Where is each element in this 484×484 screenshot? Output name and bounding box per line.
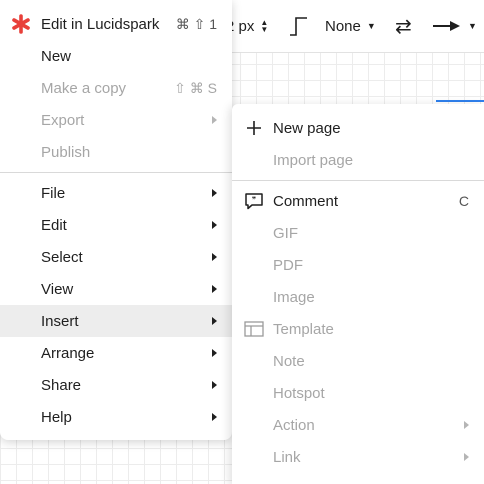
submenu-item-action[interactable]: Action [232,409,484,441]
shortcut-text: ⇧ ⌘ S [174,79,217,96]
arrow-end-select[interactable]: ▼ [432,0,477,52]
item-label: Template [273,320,334,338]
submenu-arrow-icon [212,413,217,421]
submenu-item-import-page[interactable]: Import page [232,144,484,176]
submenu-arrow-icon [212,381,217,389]
menu-divider [0,172,232,173]
comment-icon: ❞ [243,190,265,212]
item-label: Comment [273,192,339,210]
line-endpoint-select[interactable]: None ▼ [325,0,376,52]
elbow-connector-icon [290,17,307,36]
lucidspark-logo-icon [10,13,32,35]
menu-item-select[interactable]: Select [0,241,232,273]
item-label: Publish [41,143,91,161]
submenu-item-gif[interactable]: GIF [232,217,484,249]
item-label: Make a copy [41,79,127,97]
menu-item-help[interactable]: Help [0,401,232,433]
submenu-arrow-icon [212,189,217,197]
item-label: Arrange [41,344,95,362]
submenu-item-note[interactable]: Note [232,345,484,377]
caret-down-icon: ▼ [468,21,477,31]
swap-endpoints-button[interactable]: ⇄ [395,0,412,52]
menu-item-share[interactable]: Share [0,369,232,401]
item-label: Share [41,376,82,394]
submenu-arrow-icon [464,421,469,429]
item-label: Help [41,408,72,426]
item-label: New [41,47,72,65]
line-style-button[interactable] [287,0,309,52]
item-label: Select [41,248,83,266]
svg-text:❞: ❞ [252,196,256,205]
menu-item-edit[interactable]: Edit [0,209,232,241]
submenu-arrow-icon [464,453,469,461]
menu-item-new[interactable]: New [0,40,232,72]
submenu-item-link[interactable]: Link [232,441,484,473]
menu-divider [232,180,484,181]
insert-submenu: New page Import page ❞ Comment C GIF PDF… [232,104,484,484]
submenu-item-image[interactable]: Image [232,281,484,313]
item-label: Import page [273,151,354,169]
item-label: File [41,184,66,202]
item-label: Action [273,416,315,434]
submenu-item-hotspot[interactable]: Hotspot [232,377,484,409]
submenu-item-new-page[interactable]: New page [232,112,484,144]
menu-item-arrange[interactable]: Arrange [0,337,232,369]
submenu-arrow-icon [212,285,217,293]
endpoint-value: None [325,17,361,35]
item-label: Link [273,448,301,466]
main-menu: Edit in Lucidspark ⌘ ⇧ 1 New Make a copy… [0,0,232,440]
template-icon [243,318,265,340]
shortcut-text: C [458,193,469,209]
item-label: Hotspot [273,384,325,402]
menu-item-publish[interactable]: Publish [0,136,232,168]
menu-item-insert[interactable]: Insert [0,305,232,337]
item-label: Image [273,288,315,306]
arrow-line-icon [433,21,460,31]
item-label: Edit in Lucidspark [41,15,160,33]
item-label: New page [273,119,341,137]
menu-item-file[interactable]: File [0,177,232,209]
swap-arrows-icon: ⇄ [395,15,412,38]
item-label: View [41,280,74,298]
edit-in-lucidspark-item[interactable]: Edit in Lucidspark ⌘ ⇧ 1 [0,8,232,40]
selected-shape-edge [436,100,484,102]
item-label: Insert [41,312,79,330]
item-label: Export [41,111,85,129]
submenu-arrow-icon [212,317,217,325]
item-label: PDF [273,256,303,274]
menu-item-view[interactable]: View [0,273,232,305]
menu-item-make-a-copy[interactable]: Make a copy ⇧ ⌘ S [0,72,232,104]
submenu-arrow-icon [212,349,217,357]
submenu-arrow-icon [212,221,217,229]
plus-icon [243,117,265,139]
submenu-arrow-icon [212,253,217,261]
item-label: Edit [41,216,67,234]
caret-down-icon: ▼ [366,21,376,31]
submenu-item-pdf[interactable]: PDF [232,249,484,281]
submenu-item-comment[interactable]: ❞ Comment C [232,185,484,217]
submenu-item-template[interactable]: Template [232,313,484,345]
item-label: Note [273,352,305,370]
menu-item-export[interactable]: Export [0,104,232,136]
item-label: GIF [273,224,298,242]
stepper-icon: ▲ ▼ [260,18,269,34]
submenu-arrow-icon [212,116,217,124]
stroke-width-select[interactable]: 2 px ▲ ▼ [226,0,268,52]
shortcut-text: ⌘ ⇧ 1 [175,15,217,32]
